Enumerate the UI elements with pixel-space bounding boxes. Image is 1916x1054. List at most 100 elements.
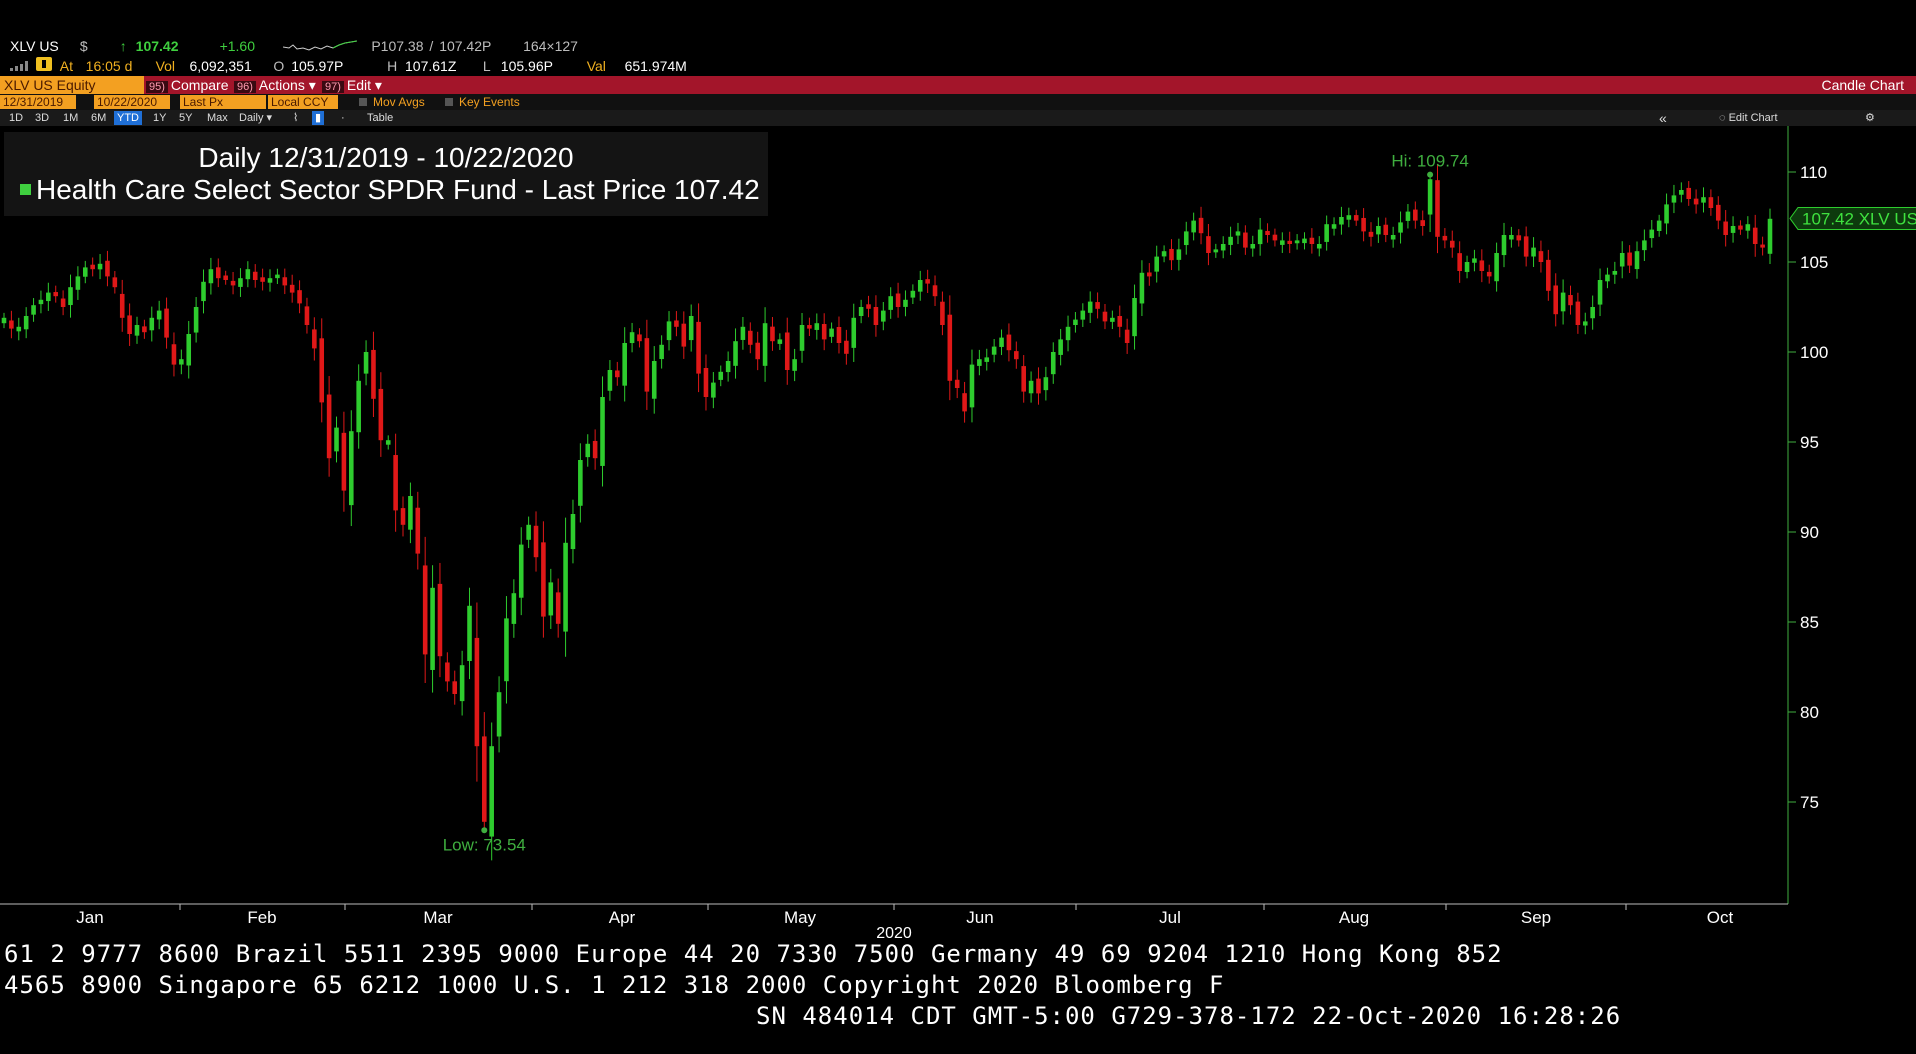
edit-chart-button[interactable]: ◌ Edit Chart <box>1716 111 1781 125</box>
candle-body <box>984 357 990 362</box>
candle <box>1605 267 1610 289</box>
candle <box>607 360 613 401</box>
candle <box>1309 228 1315 254</box>
candle <box>1361 208 1366 242</box>
key-events-toggle[interactable]: Key Events <box>442 95 523 109</box>
candle-body <box>1095 302 1100 309</box>
x-tick-label: Oct <box>1707 908 1734 927</box>
candle-body <box>1050 352 1056 375</box>
legend-series: Health Care Select Sector SPDR Fund - La… <box>20 174 760 206</box>
candle-body <box>607 370 613 391</box>
y-tick-label: 105 <box>1800 253 1828 272</box>
alert-icon[interactable] <box>35 57 56 74</box>
ask-price: 107.42P <box>439 38 492 54</box>
edit-button[interactable]: 97) Edit ▾ <box>318 76 386 94</box>
candle <box>193 297 199 343</box>
candle <box>142 319 147 339</box>
candle <box>888 287 893 319</box>
candle-body <box>1435 180 1440 237</box>
candle-body <box>1523 236 1529 257</box>
signal-bars-icon <box>10 58 32 74</box>
candle-body <box>504 618 509 682</box>
footer-line-1: 61 2 9777 8600 Brazil 5511 2395 9000 Eur… <box>4 940 1503 968</box>
candle <box>289 274 295 303</box>
candle <box>940 291 945 336</box>
candle-body <box>1671 195 1677 203</box>
candle-body <box>836 326 842 343</box>
candle-body <box>289 284 295 293</box>
candle <box>925 269 930 293</box>
candle-body <box>1006 334 1012 351</box>
range-3d[interactable]: 3D <box>32 111 52 125</box>
period-select[interactable]: Daily ▾ <box>236 111 275 125</box>
edit-chart-icon: ◌ <box>1719 112 1729 124</box>
start-date-field[interactable]: 12/31/2019 <box>0 95 76 109</box>
settings-gear-icon[interactable]: ⚙ <box>1862 111 1878 125</box>
ticker-label[interactable]: XLV US <box>10 38 76 54</box>
candle-body <box>1546 259 1551 291</box>
range-6m[interactable]: 6M <box>88 111 109 125</box>
candle-body <box>829 328 834 337</box>
candle-chart-icon[interactable]: ▮ <box>312 111 325 125</box>
candle <box>681 311 687 359</box>
collapse-icon[interactable]: « <box>1656 111 1670 125</box>
candle-body <box>53 292 59 297</box>
candle-body <box>1398 222 1403 233</box>
candle-body <box>1767 218 1773 254</box>
candle <box>518 527 524 616</box>
actions-button[interactable]: 96) Actions ▾ <box>230 76 320 94</box>
candle-body <box>1228 236 1233 245</box>
candle <box>341 411 347 512</box>
candle <box>563 517 568 657</box>
candle-chart[interactable]: 75 80 85 90 95 100 105 110 Jan Feb Mar Apr May Jun Ju… <box>0 126 1916 938</box>
candle-body <box>1568 295 1573 306</box>
y-tick-label: 110 <box>1800 163 1827 182</box>
candle-body <box>1701 197 1706 203</box>
candle <box>393 433 398 532</box>
candle <box>711 372 716 409</box>
candle-body <box>1036 378 1041 394</box>
candle-body <box>9 320 14 329</box>
candle-body <box>1139 272 1145 304</box>
range-5y[interactable]: 5Y <box>176 111 195 125</box>
range-1d[interactable]: 1D <box>6 111 26 125</box>
end-date-field[interactable]: 10/22/2020 <box>94 95 170 109</box>
candle <box>1531 237 1536 267</box>
candle <box>1575 292 1581 334</box>
candle-body <box>127 315 132 334</box>
candle <box>68 274 73 318</box>
candle <box>881 301 886 331</box>
candle-body <box>1553 285 1559 315</box>
volume-value: 6,092,351 <box>189 58 252 74</box>
security-field[interactable]: XLV US Equity <box>0 76 144 94</box>
candle-body <box>600 397 605 466</box>
candle-body <box>422 565 428 655</box>
line-chart-icon[interactable]: ⌇ <box>290 111 301 125</box>
more-icon[interactable]: · <box>338 111 348 125</box>
range-ytd[interactable]: YTD <box>114 111 142 125</box>
price-field-select[interactable]: Last Px <box>180 95 266 109</box>
range-max[interactable]: Max <box>204 111 231 125</box>
candle <box>1553 273 1559 327</box>
range-1m[interactable]: 1M <box>60 111 81 125</box>
candle <box>1590 295 1595 330</box>
candle-body <box>356 380 361 433</box>
candle <box>282 268 288 295</box>
compare-button[interactable]: 95) Compare <box>142 76 233 94</box>
candle <box>16 317 22 341</box>
candle-body <box>1176 249 1182 260</box>
candle-body <box>1560 292 1566 312</box>
table-button[interactable]: Table <box>364 111 396 125</box>
last-price: 107.42 <box>135 38 179 54</box>
currency-select[interactable]: Local CCY <box>268 95 338 109</box>
candle <box>1398 211 1403 244</box>
mov-avgs-toggle[interactable]: Mov Avgs <box>356 95 428 109</box>
candle <box>962 381 967 423</box>
quote-row-1: XLV US $ ↑ 107.42 +1.60 P107.38 / 107.42… <box>10 38 578 56</box>
candle-body <box>1287 240 1292 244</box>
candle <box>1745 216 1751 239</box>
candle-body <box>1272 234 1278 241</box>
range-1y[interactable]: 1Y <box>150 111 169 125</box>
candle-body <box>1213 249 1219 253</box>
candle-body <box>1280 240 1285 245</box>
